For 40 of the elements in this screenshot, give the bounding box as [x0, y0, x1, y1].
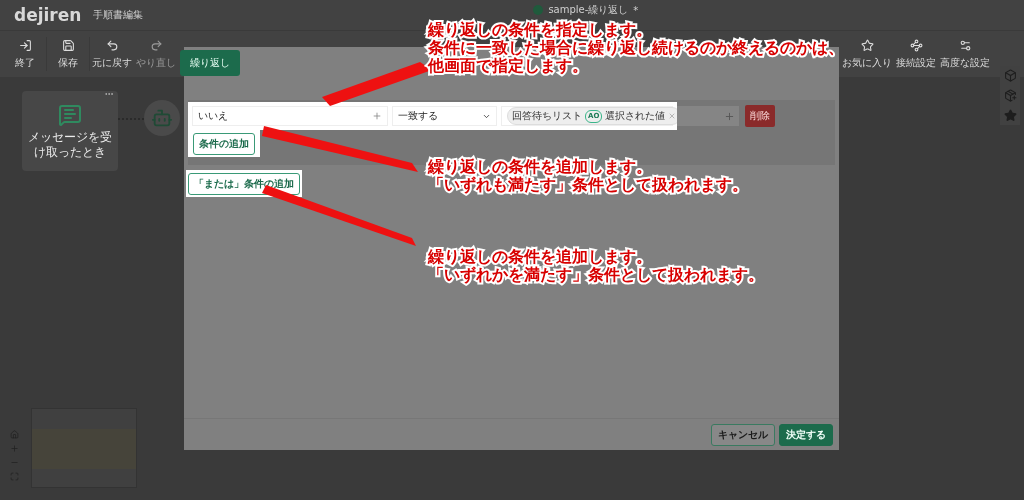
toolbar-button[interactable]: 終了	[4, 38, 46, 70]
delete-button[interactable]: 削除	[745, 105, 775, 127]
operator-select[interactable]: 一致する	[392, 106, 497, 126]
condition-field[interactable]: いいえ	[192, 106, 388, 126]
toolbar-button[interactable]: 高度な設定	[938, 38, 992, 70]
annotation-text: 繰り返しの条件を指定します。	[428, 21, 652, 39]
add-condition-button[interactable]: 条件の追加	[193, 133, 255, 155]
annotation-text: 「いずれも満たす」条件として扱われます。	[428, 176, 748, 194]
toolbar-button[interactable]: 接続設定	[894, 38, 938, 70]
save-icon	[61, 38, 75, 52]
exit-icon	[18, 38, 32, 52]
message-icon	[58, 102, 82, 127]
dialog-tab[interactable]: 繰り返し	[180, 50, 240, 76]
star-icon	[860, 38, 874, 52]
nodes-icon	[909, 38, 923, 52]
cube-plus-icon[interactable]	[1003, 89, 1017, 102]
redo-icon	[149, 38, 163, 52]
plus-icon[interactable]	[724, 110, 735, 122]
undo-icon	[105, 38, 119, 52]
trigger-node[interactable]: メッセージを受け取ったとき	[22, 91, 118, 171]
annotation-text: 繰り返しの条件を追加します。	[428, 158, 653, 176]
cube-icon[interactable]	[1003, 69, 1017, 82]
zoom-in-icon[interactable]	[10, 444, 19, 453]
cancel-button[interactable]: キャンセル	[711, 424, 775, 446]
app-logo: dejiren	[14, 5, 82, 25]
annotation-text: 「いずれかを満たす」条件として扱われます。	[428, 266, 764, 284]
toolbar-button[interactable]: 保存	[47, 38, 89, 70]
star-icon[interactable]	[1003, 109, 1017, 122]
node-label: メッセージを受け取ったとき	[27, 129, 113, 160]
plus-icon[interactable]	[372, 111, 382, 121]
page-title: 手順書編集	[93, 8, 144, 22]
settings-icon	[958, 38, 972, 52]
close-icon[interactable]	[668, 112, 677, 120]
robot-node[interactable]	[144, 100, 180, 136]
toolbar-button[interactable]: 元に戻す	[90, 38, 134, 70]
confirm-button[interactable]: 決定する	[779, 424, 833, 446]
unsaved-mark: *	[633, 4, 639, 16]
document-title: sample-繰り返し	[548, 3, 629, 17]
annotation-text: 他画面で指定します。	[428, 57, 589, 75]
annotation-text: 繰り返しの条件を追加します。	[428, 248, 653, 266]
